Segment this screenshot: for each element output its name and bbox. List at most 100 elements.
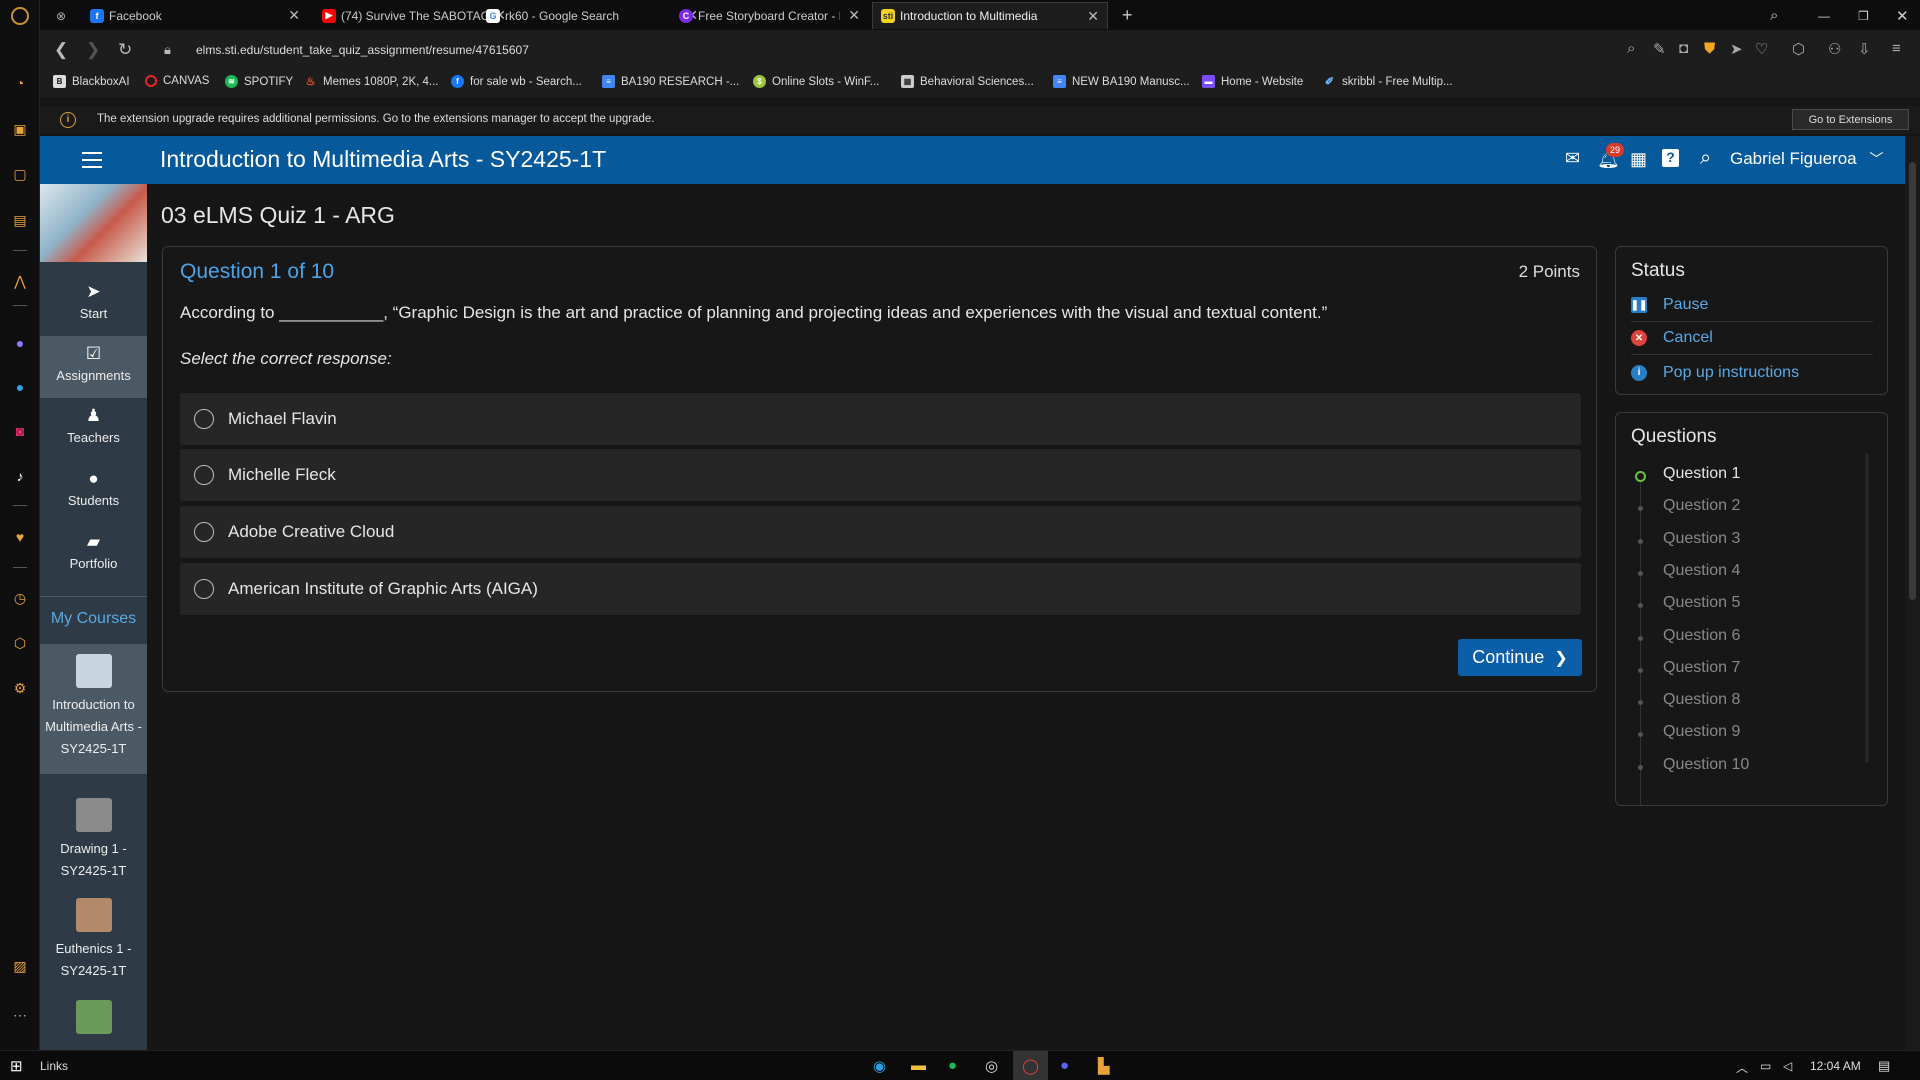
minimize-icon[interactable]: — <box>1810 2 1840 29</box>
question-link[interactable]: Question 4 <box>1663 562 1740 580</box>
radio-button[interactable] <box>194 409 214 429</box>
question-link[interactable]: Question 9 <box>1663 723 1740 741</box>
tab-storyboard[interactable]: C Free Storyboard Creator - E ✕ <box>671 2 868 29</box>
option-3[interactable]: Adobe Creative Cloud <box>180 506 1581 558</box>
question-link[interactable]: Question 10 <box>1663 756 1749 774</box>
bookmark-spotify[interactable]: ≋ SPOTIFY <box>225 75 293 88</box>
reload-icon[interactable]: ↻ <box>118 40 132 60</box>
network-icon[interactable]: ▭ <box>1760 1059 1771 1073</box>
bookmark-home[interactable]: ▬ Home - Website <box>1202 75 1303 88</box>
question-link[interactable]: Question 5 <box>1663 594 1740 612</box>
bookmark-ba190[interactable]: ≡ BA190 RESEARCH -... <box>602 75 739 88</box>
option-1[interactable]: Michael Flavin <box>180 393 1581 445</box>
clock[interactable]: 12:04 AM <box>1810 1059 1861 1073</box>
opera-taskbar-icon[interactable]: ◯ <box>1013 1051 1048 1080</box>
history-icon[interactable]: ◷ <box>9 587 31 609</box>
question-link[interactable]: Question 7 <box>1663 659 1740 677</box>
links-toolbar[interactable]: Links <box>40 1059 68 1073</box>
search-icon[interactable]: ⌕ <box>1700 147 1711 170</box>
radio-button[interactable] <box>194 522 214 542</box>
camera-icon[interactable]: ◘ <box>1679 40 1688 57</box>
question-link[interactable]: Question 3 <box>1663 530 1740 548</box>
forward-icon[interactable]: ❯ <box>86 40 100 60</box>
nav-portfolio[interactable]: ▰ Portfolio <box>40 524 147 586</box>
hamburger-menu-icon[interactable] <box>82 152 102 168</box>
course-multimedia[interactable]: Introduction to Multimedia Arts - SY2425… <box>40 644 147 774</box>
search-tabs-icon[interactable]: ⌕ <box>1762 2 1792 29</box>
question-link[interactable]: Question 2 <box>1663 497 1740 515</box>
more-icon[interactable]: ⋯ <box>9 1004 31 1026</box>
zoom-icon[interactable]: ⌕ <box>1627 40 1635 57</box>
menu-icon[interactable]: ≡ <box>1892 40 1901 57</box>
pause-button[interactable]: ❚❚ Pause <box>1631 289 1873 322</box>
lock-icon[interactable]: 🔒︎ <box>164 42 171 58</box>
tab-menu-icon[interactable]: ⊗ <box>48 2 72 29</box>
tray-chevron-icon[interactable]: ︿ <box>1736 1059 1748 1076</box>
bookmark-behavioral[interactable]: ▦ Behavioral Sciences... <box>901 75 1034 88</box>
telegram-icon[interactable]: ● <box>9 376 31 398</box>
close-icon[interactable]: ✕ <box>288 7 300 24</box>
mail-icon[interactable]: ✉ <box>1565 148 1580 169</box>
window-close-icon[interactable]: ✕ <box>1888 2 1918 29</box>
bookmark-memes[interactable]: ♨ Memes 1080P, 2K, 4... <box>304 75 439 89</box>
news-icon[interactable]: ▤ <box>9 209 31 231</box>
page-scrollbar[interactable] <box>1905 136 1920 1050</box>
radio-button[interactable] <box>194 579 214 599</box>
radio-button[interactable] <box>194 465 214 485</box>
twitch-icon[interactable]: ▢ <box>9 163 31 185</box>
send-icon[interactable]: ➤ <box>1730 40 1743 58</box>
gallery-icon[interactable]: ▨ <box>9 955 31 977</box>
calendar-icon[interactable]: ▦ <box>1630 149 1647 170</box>
popup-instructions-button[interactable]: i Pop up instructions <box>1631 356 1873 389</box>
windows-start-icon[interactable]: ⊞ <box>10 1057 23 1075</box>
course-title[interactable]: Introduction to Multimedia Arts - SY2425… <box>160 146 606 173</box>
cube-icon[interactable]: ⬡ <box>1792 40 1805 58</box>
user-menu[interactable]: Gabriel Figueroa ﹀ <box>1730 149 1883 169</box>
extensions-icon[interactable]: ⬡ <box>9 632 31 654</box>
nav-students[interactable]: ● Students <box>40 461 147 523</box>
question-link[interactable]: Question 1 <box>1663 465 1740 483</box>
bookmark-slots[interactable]: $ Online Slots - WinF... <box>753 75 879 88</box>
bookmark-blackboxai[interactable]: B BlackboxAI <box>53 75 130 88</box>
help-icon[interactable]: ? <box>1662 149 1679 167</box>
volume-icon[interactable]: ◁ <box>1783 1059 1792 1073</box>
cancel-button[interactable]: ✕ Cancel <box>1631 322 1873 355</box>
edge-icon[interactable]: ◉ <box>873 1057 886 1075</box>
opera-logo-icon[interactable] <box>11 7 29 25</box>
continue-button[interactable]: Continue ❯ <box>1458 639 1582 676</box>
app-icon[interactable]: ▙ <box>1098 1057 1110 1075</box>
settings-icon[interactable]: ⚙ <box>9 677 31 699</box>
close-icon[interactable]: ✕ <box>848 7 860 24</box>
bookmark-skribbl[interactable]: ✐ skribbl - Free Multip... <box>1323 75 1453 89</box>
question-link[interactable]: Question 8 <box>1663 691 1740 709</box>
questions-scrollbar[interactable] <box>1865 453 1869 763</box>
heart-icon[interactable]: ♥ <box>9 526 31 548</box>
aria-icon[interactable]: ⋀ <box>9 270 31 292</box>
discord-icon[interactable]: ● <box>1060 1057 1069 1074</box>
course-euthenics[interactable]: Euthenics 1 - SY2425-1T <box>40 892 147 982</box>
tab-introduction[interactable]: sti Introduction to Multimedia ✕ <box>872 2 1108 29</box>
option-4[interactable]: American Institute of Graphic Arts (AIGA… <box>180 563 1581 615</box>
download-icon[interactable]: ⇩ <box>1858 40 1871 58</box>
shopping-icon[interactable]: ▣ <box>9 118 31 140</box>
course-next[interactable] <box>40 994 147 1044</box>
my-courses-heading[interactable]: My Courses <box>40 610 147 628</box>
bookmark-manuscript[interactable]: ≡ NEW BA190 Manusc... <box>1053 75 1190 88</box>
nav-teachers[interactable]: ♟ Teachers <box>40 398 147 460</box>
back-icon[interactable]: ❮ <box>54 40 68 60</box>
bookmark-canvas[interactable]: CANVAS <box>145 75 209 87</box>
scrollbar-thumb[interactable] <box>1909 162 1916 600</box>
notifications-icon[interactable]: ▤ <box>1878 1058 1890 1074</box>
profile-icon[interactable]: ⚇ <box>1828 40 1841 58</box>
close-icon[interactable]: ✕ <box>1087 8 1099 25</box>
nav-start[interactable]: ➤ Start <box>40 274 147 336</box>
shield-icon[interactable]: ⛊ <box>1704 40 1715 57</box>
tab-facebook[interactable]: f Facebook ✕ <box>82 2 308 29</box>
file-explorer-icon[interactable]: ▬ <box>911 1057 926 1074</box>
spotify-icon[interactable]: ● <box>948 1057 957 1074</box>
bookmark-forsale[interactable]: f for sale wb - Search... <box>451 75 582 88</box>
course-drawing[interactable]: Drawing 1 - SY2425-1T <box>40 792 147 882</box>
edit-icon[interactable]: ✎ <box>1653 40 1666 58</box>
media-player-icon[interactable]: ◎ <box>985 1057 998 1075</box>
url-field[interactable]: elms.sti.edu/student_take_quiz_assignmen… <box>196 43 529 57</box>
